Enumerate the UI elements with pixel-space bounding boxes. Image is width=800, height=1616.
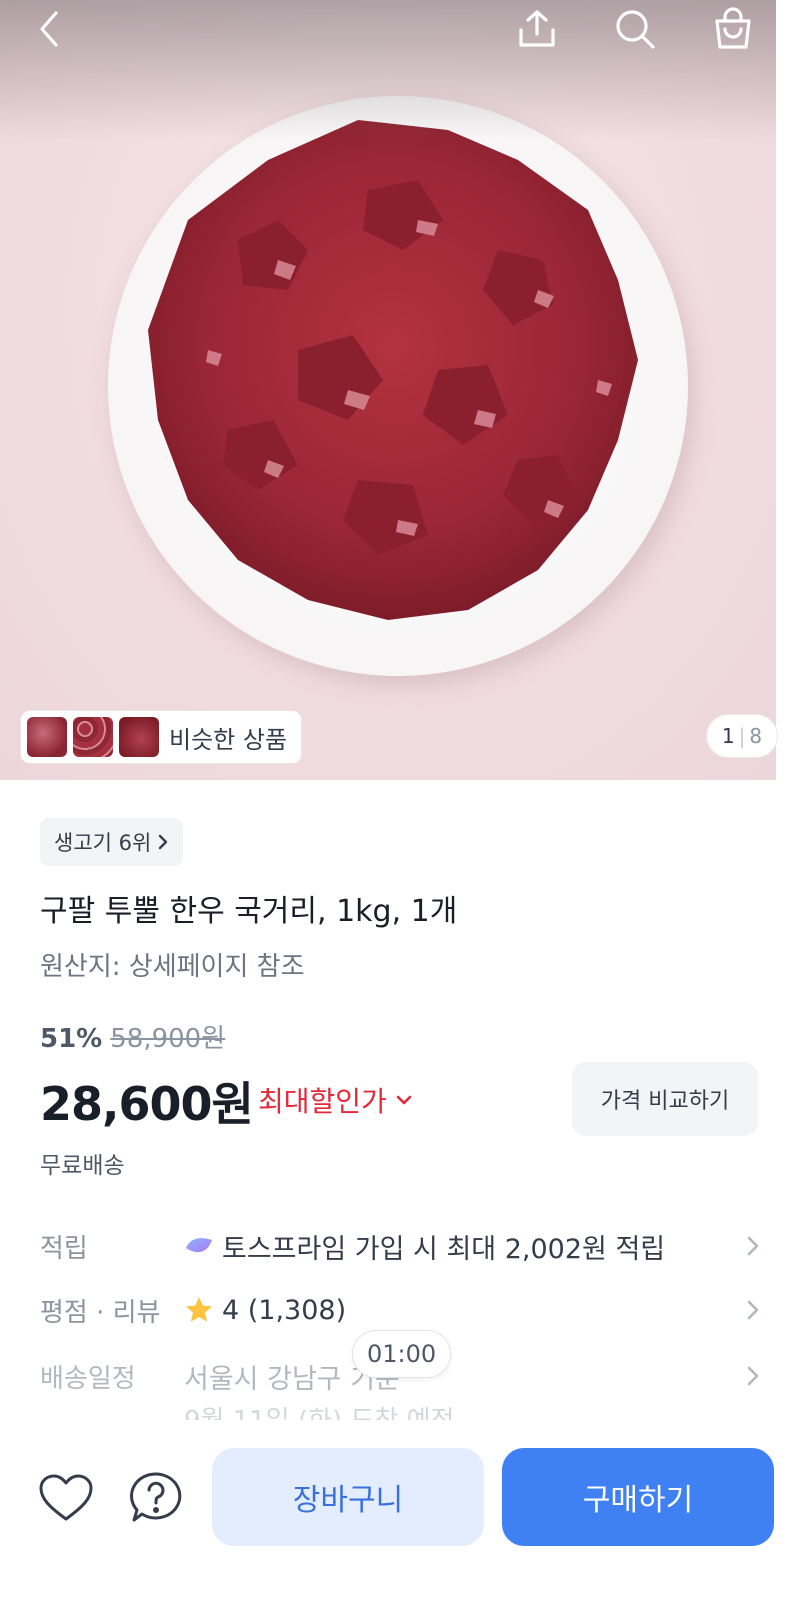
similar-thumb: [73, 717, 113, 757]
rating-row[interactable]: 평점 · 리뷰 4 (1,308): [40, 1286, 760, 1334]
time-badge: 01:00: [352, 1330, 452, 1378]
original-price: 58,900원: [110, 1024, 226, 1054]
search-button[interactable]: [610, 4, 660, 54]
discount-line: 51% 58,900원: [40, 1018, 225, 1055]
image-pager: 1 | 8: [706, 714, 778, 758]
beef-cubes-image: [148, 120, 638, 620]
back-button[interactable]: [24, 4, 74, 54]
bag-button[interactable]: [708, 4, 758, 54]
delivery-key: 배송일정: [40, 1363, 136, 1394]
compare-price-button[interactable]: 가격 비교하기: [572, 1062, 758, 1136]
chevron-right-icon: [159, 834, 168, 850]
pager-total: 8: [749, 724, 763, 748]
chevron-left-icon: [40, 11, 58, 47]
similar-thumb: [27, 717, 67, 757]
search-icon: [616, 10, 655, 49]
discount-rate: 51%: [40, 1024, 103, 1054]
chevron-down-icon: [396, 1095, 412, 1105]
similar-products-chip[interactable]: 비슷한 상품: [20, 710, 303, 764]
rating-key: 평점 · 리뷰: [40, 1297, 161, 1328]
shipping-info: 무료배송: [40, 1153, 125, 1179]
similar-products-label: 비슷한 상품: [169, 725, 288, 754]
rating-value: 4 (1,308): [222, 1294, 347, 1326]
inquiry-button[interactable]: [126, 1468, 186, 1528]
max-discount-toggle[interactable]: 최대할인가: [258, 1080, 413, 1120]
question-icon: [130, 1472, 182, 1522]
max-discount-label: 최대할인가: [258, 1085, 387, 1118]
shopping-bag-icon: [715, 7, 751, 49]
buy-now-button[interactable]: 구매하기: [502, 1448, 774, 1546]
share-icon: [519, 10, 555, 47]
delivery-eta: 9월 11일 (화) 도착 예정: [184, 1400, 454, 1420]
pager-current: 1: [721, 724, 735, 748]
category-rank-chip[interactable]: 생고기 6위: [40, 818, 184, 866]
delivery-eta-row: 9월 11일 (화) 도착 예정: [40, 1400, 760, 1420]
points-key: 적립: [40, 1233, 88, 1264]
chevron-right-icon: [747, 1366, 759, 1386]
heart-icon: [39, 1474, 93, 1521]
product-origin: 원산지: 상세페이지 참조: [40, 952, 305, 982]
chevron-right-icon: [747, 1236, 759, 1256]
star-icon: [186, 1297, 212, 1322]
product-title: 구팔 투뿔 한우 국거리, 1kg, 1개: [40, 894, 458, 929]
pager-separator: |: [738, 724, 746, 748]
product-image[interactable]: [0, 0, 776, 780]
share-button[interactable]: [512, 4, 562, 54]
sale-price: 28,600원: [40, 1077, 254, 1131]
points-row[interactable]: 적립 토스프라임 가입 시 최대 2,002원 적립: [40, 1222, 760, 1270]
chevron-right-icon: [747, 1300, 759, 1320]
toss-prime-icon: [186, 1238, 212, 1253]
wishlist-button[interactable]: [36, 1468, 96, 1528]
similar-thumb: [119, 717, 159, 757]
rank-label: 생고기 6위: [54, 831, 152, 855]
add-to-cart-button[interactable]: 장바구니: [212, 1448, 484, 1546]
points-value: 토스프라임 가입 시 최대 2,002원 적립: [222, 1233, 666, 1265]
